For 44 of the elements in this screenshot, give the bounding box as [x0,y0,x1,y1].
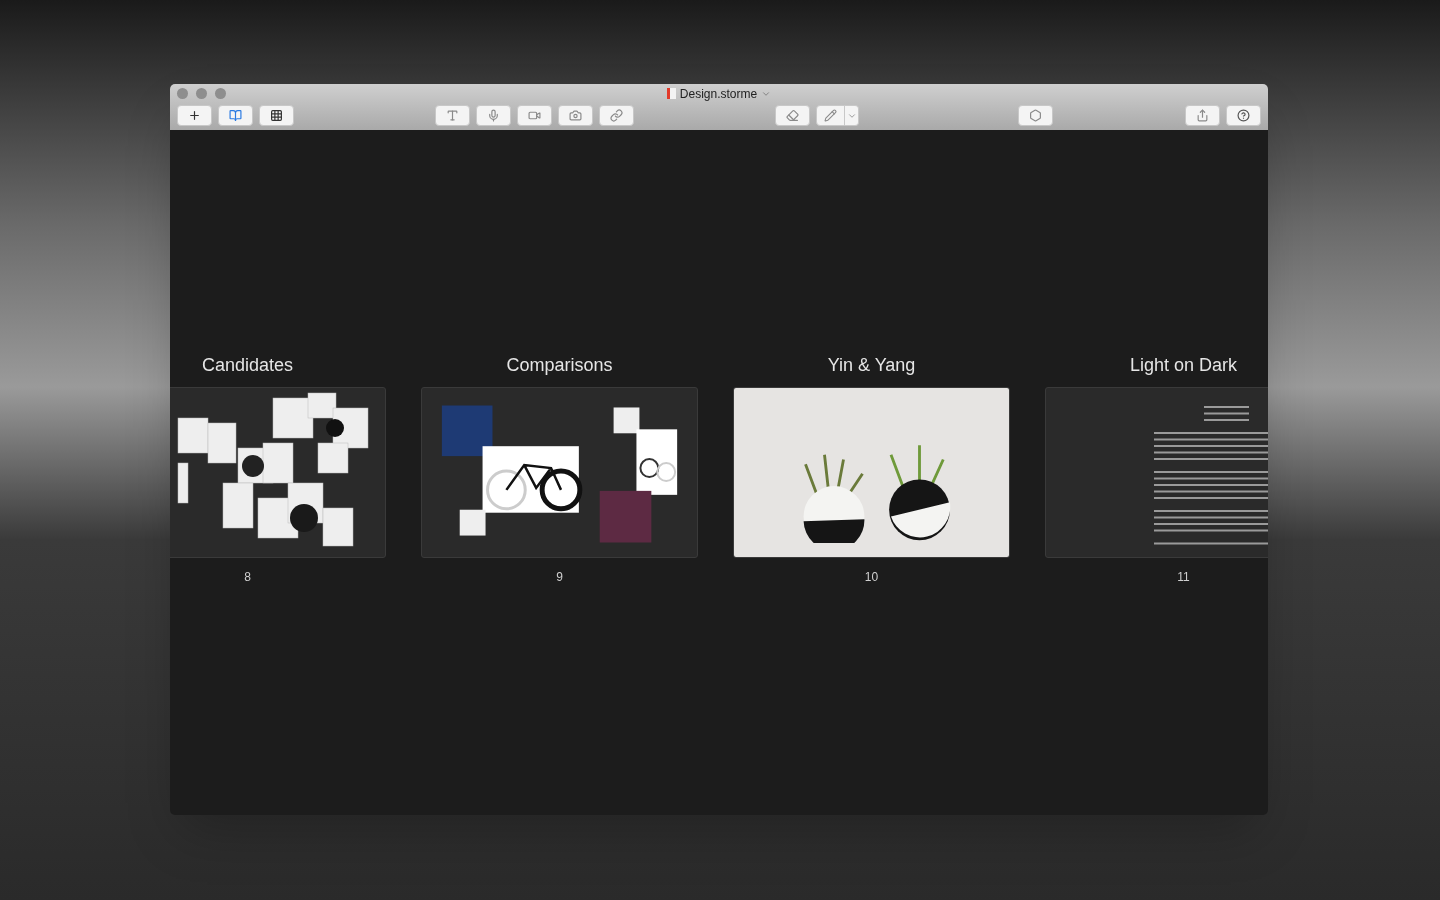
text-icon [446,109,459,122]
slide-title: Yin & Yang [827,354,916,377]
eraser-icon [786,109,799,122]
share-icon [1196,109,1209,122]
close-button[interactable] [177,88,188,99]
slide-title: Candidates [201,354,294,377]
pen-menu-button[interactable] [845,105,859,126]
add-icon [188,109,201,122]
share-button[interactable] [1185,105,1220,126]
document-icon [666,88,676,99]
shape-button[interactable] [1018,105,1053,126]
eraser-button[interactable] [775,105,810,126]
help-button[interactable] [1226,105,1261,126]
microphone-button[interactable] [476,105,511,126]
pen-icon [824,109,837,122]
slide-number: 9 [556,569,563,586]
slide-number: 11 [1177,569,1190,586]
slide-thumbnail[interactable] [170,387,386,558]
camera-button[interactable] [558,105,593,126]
book-view-button[interactable] [218,105,253,126]
slide-thumbnail[interactable] [421,387,698,558]
shape-icon [1029,109,1042,122]
help-icon [1237,109,1250,122]
minimize-button[interactable] [196,88,207,99]
slide-title: Light on Dark [1129,354,1238,377]
slide-number: 10 [864,569,879,586]
pen-button[interactable] [816,105,845,126]
book-view-icon [229,109,242,122]
text-button[interactable] [435,105,470,126]
window-title: Design.storme [679,85,758,103]
video-icon [528,109,541,122]
link-button[interactable] [599,105,634,126]
slide-number: 8 [244,569,251,586]
grid-view-icon [270,109,283,122]
slide-thumbnail[interactable] [733,387,1010,558]
microphone-icon [487,109,500,122]
grid-view-button[interactable] [259,105,294,126]
link-icon [610,109,623,122]
slide-title: Comparisons [506,354,613,377]
camera-icon [569,109,582,122]
video-button[interactable] [517,105,552,126]
zoom-button[interactable] [215,88,226,99]
add-button[interactable] [177,105,212,126]
slide-thumbnail[interactable] [1045,387,1268,558]
